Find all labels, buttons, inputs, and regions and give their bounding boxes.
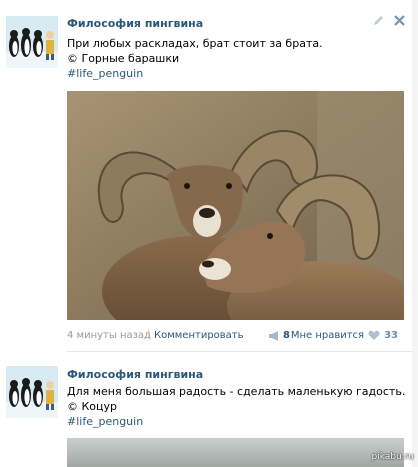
heart-icon: [368, 330, 380, 340]
post-photo[interactable]: [67, 438, 404, 467]
penguin-avatar-icon: [6, 366, 58, 418]
post: Философия пингвина Для меня большая радо…: [0, 352, 418, 467]
post-text-line: © Коцур: [67, 400, 118, 413]
bighorn-sheep-photo: [67, 91, 404, 320]
post-meta: 4 минуты назад | Комментировать 8 Мне нр…: [67, 329, 404, 344]
post-photo[interactable]: [67, 91, 404, 320]
pencil-edit-icon[interactable]: [372, 14, 385, 27]
post-author[interactable]: Философия пингвина: [67, 368, 203, 381]
scrollbar[interactable]: [412, 0, 418, 467]
like-button[interactable]: Мне нравится 33: [291, 330, 398, 341]
share-button[interactable]: 8: [268, 330, 290, 341]
post-actions: [372, 14, 406, 27]
community-avatar[interactable]: [6, 16, 58, 68]
close-icon[interactable]: [393, 14, 406, 27]
like-count: 33: [384, 330, 398, 341]
post-hashtag[interactable]: #life_penguin: [67, 67, 143, 80]
post-hashtag[interactable]: #life_penguin: [67, 415, 143, 428]
comment-button[interactable]: Комментировать: [154, 330, 244, 341]
post-author[interactable]: Философия пингвина: [67, 17, 203, 30]
post-text-line: © Горные барашки: [67, 52, 180, 65]
meta-separator: |: [147, 329, 151, 340]
share-count: 8: [283, 330, 290, 341]
watermark: pikabu.ru: [371, 452, 414, 462]
community-avatar[interactable]: [6, 366, 58, 418]
post-time[interactable]: 4 минуты назад: [67, 330, 151, 341]
like-label: Мне нравится: [290, 330, 365, 341]
megaphone-share-icon: [269, 330, 278, 341]
post: Философия пингвина При любых раскладах, …: [0, 0, 418, 352]
penguin-avatar-icon: [6, 16, 58, 68]
post-text-line: Для меня большая радость - сделать мален…: [67, 385, 406, 398]
post-text-line: При любых раскладах, брат стоит за брата…: [67, 37, 323, 50]
